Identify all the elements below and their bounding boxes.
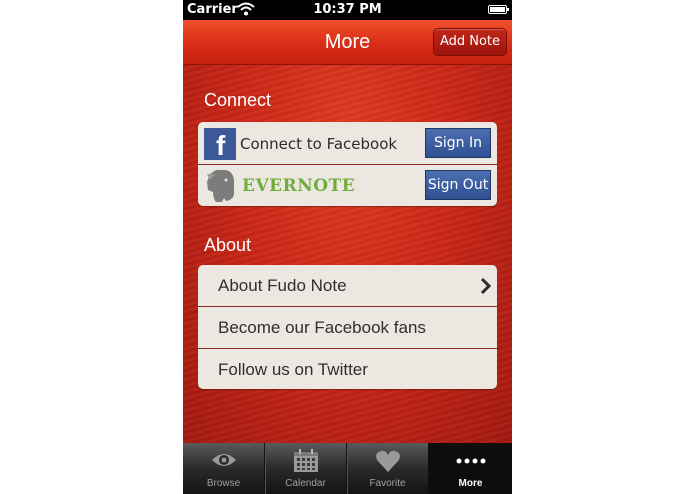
tab-bar: Browse Calendar Favorite More bbox=[183, 443, 512, 494]
about-group: About Fudo Note Become our Facebook fans… bbox=[198, 265, 497, 389]
connect-group: f Connect to Facebook Sign In EVERNOTE S… bbox=[198, 122, 497, 206]
eye-icon bbox=[211, 454, 236, 466]
tab-label: More bbox=[458, 478, 483, 489]
connect-heading: Connect bbox=[204, 90, 272, 110]
status-bar: Carrier 10:37 PM bbox=[183, 0, 512, 20]
chevron-right-icon bbox=[480, 277, 491, 295]
calendar-icon bbox=[293, 449, 318, 472]
facebook-row: f Connect to Facebook Sign In bbox=[198, 122, 497, 164]
facebook-connect-label: Connect to Facebook bbox=[240, 135, 398, 153]
content-area: Connect f Connect to Facebook Sign In EV… bbox=[183, 65, 512, 443]
tab-label: Favorite bbox=[369, 478, 406, 489]
about-item-label: Follow us on Twitter bbox=[218, 360, 368, 379]
about-item-label: Become our Facebook fans bbox=[218, 318, 426, 337]
about-item-label: About Fudo Note bbox=[218, 276, 347, 295]
add-note-button[interactable]: Add Note bbox=[433, 28, 507, 56]
about-heading: About bbox=[204, 235, 252, 255]
tab-label: Calendar bbox=[285, 478, 326, 489]
evernote-row: EVERNOTE Sign Out bbox=[198, 164, 497, 206]
about-item-follow-twitter[interactable]: Follow us on Twitter bbox=[198, 348, 497, 389]
battery-icon bbox=[488, 5, 509, 14]
tab-calendar[interactable]: Calendar bbox=[265, 443, 346, 494]
navigation-bar: More Add Note bbox=[183, 20, 512, 65]
tab-favorite[interactable]: Favorite bbox=[347, 443, 428, 494]
phone-screen: Carrier 10:37 PM More Add Note Connect f… bbox=[183, 0, 512, 494]
tab-label: Browse bbox=[206, 478, 241, 489]
evernote-logo-text: EVERNOTE bbox=[242, 176, 356, 196]
facebook-logo-icon: f bbox=[204, 128, 236, 160]
tab-more[interactable]: More bbox=[429, 443, 512, 494]
about-item-facebook-fans[interactable]: Become our Facebook fans bbox=[198, 306, 497, 348]
more-dots-icon bbox=[456, 458, 485, 464]
tab-browse[interactable]: Browse bbox=[183, 443, 264, 494]
evernote-sign-out-button[interactable]: Sign Out bbox=[425, 170, 491, 200]
status-time: 10:37 PM bbox=[313, 2, 382, 17]
facebook-sign-in-button[interactable]: Sign In bbox=[425, 128, 491, 158]
evernote-elephant-icon bbox=[207, 170, 234, 202]
about-item-about-fudo-note[interactable]: About Fudo Note bbox=[198, 265, 497, 306]
heart-icon bbox=[375, 450, 400, 472]
